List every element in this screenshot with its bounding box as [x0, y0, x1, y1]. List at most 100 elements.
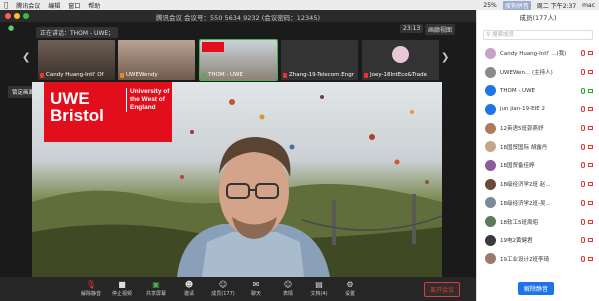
main-video: UWE Bristol University of the West of Eng…	[32, 82, 442, 277]
participant-row[interactable]: 12英语5班郭燕妤	[477, 119, 599, 138]
leave-meeting-button[interactable]: 离开会议	[424, 282, 461, 297]
participant-row[interactable]: 18软工5班周昭	[477, 212, 599, 231]
participant-row[interactable]: 19电2黄健君	[477, 231, 599, 250]
participant-tile[interactable]: Zhang-19-Telecom.Engr	[281, 40, 358, 80]
share-screen-button[interactable]: ▣ 共享屏幕	[141, 279, 171, 297]
members-icon: ☺	[218, 280, 228, 289]
stop-video-button[interactable]: ■ 停止视频	[107, 279, 137, 297]
strip-prev-icon[interactable]: ❮	[22, 52, 30, 63]
participant-name: 18级经济学2班-吴...	[500, 200, 551, 207]
camera-off-icon[interactable]	[588, 219, 593, 224]
avatar	[485, 253, 496, 265]
uwe-mini-logo	[202, 42, 224, 52]
menu-edit[interactable]: 编辑	[48, 1, 60, 10]
unmute-all-button[interactable]: 解除静音	[518, 282, 555, 295]
strip-next-icon[interactable]: ❯	[441, 52, 449, 63]
mic-muted-icon[interactable]	[581, 218, 585, 225]
mic-muted-icon[interactable]	[581, 255, 585, 262]
speaking-indicator: 正在讲话：THOM - UWE；	[36, 27, 119, 38]
mic-muted-icon	[364, 72, 368, 78]
gallery-view-button[interactable]: 画廊视图	[425, 24, 456, 35]
avatar	[392, 46, 409, 63]
mic-muted-icon[interactable]	[581, 143, 585, 150]
menu-app[interactable]: 腾讯会议	[16, 1, 40, 10]
mic-on-icon[interactable]	[581, 87, 585, 94]
reactions-button[interactable]: ☺ 表情	[273, 279, 303, 297]
camera-off-icon[interactable]	[588, 182, 593, 187]
participant-name: UWEWen... (主持人)	[500, 70, 553, 77]
participant-row[interactable]: 19工业设计2班李琦	[477, 250, 599, 269]
camera-off-icon[interactable]	[588, 256, 593, 261]
participant-tile[interactable]: Candy Huang-Intl' Of	[38, 40, 115, 80]
camera-off-icon[interactable]	[588, 126, 593, 131]
participant-row[interactable]: 18级经济学2班 赵...	[477, 175, 599, 194]
camera-on-icon[interactable]	[588, 88, 593, 93]
camera-off-icon[interactable]	[588, 200, 593, 205]
avatar	[485, 47, 496, 59]
mic-muted-icon	[283, 72, 287, 78]
mic-off-icon: 🎙	[85, 280, 97, 289]
participant-row[interactable]: THOM - UWE	[477, 81, 599, 100]
mic-muted-icon[interactable]	[581, 125, 585, 132]
tile-name: Candy Huang-Intl' Of	[46, 72, 104, 78]
participant-name: 18国贸国际 胡露丹	[500, 144, 548, 151]
clock: 周二 下午2:37	[536, 2, 577, 10]
panel-title: 成员(177人)	[519, 14, 557, 22]
mic-muted-icon[interactable]	[581, 199, 585, 206]
participant-name: Candy Huang-Intl' ...(我)	[500, 51, 567, 58]
participant-row[interactable]: 18级经济学2班-吴...	[477, 194, 599, 213]
invite-button[interactable]: ☻ 邀请	[174, 279, 204, 297]
invite-icon: ☻	[184, 280, 194, 289]
uwe-logo: UWE Bristol University of the West of Eng…	[44, 82, 172, 142]
camera-off-icon[interactable]	[588, 163, 593, 168]
mic-muted-icon[interactable]	[581, 50, 585, 57]
search-icon: ⚲	[486, 31, 491, 38]
avatar	[485, 66, 496, 78]
participant-tile-active[interactable]: THOM - UWE	[199, 39, 278, 81]
avatar	[485, 234, 496, 246]
mic-muted-icon[interactable]	[581, 69, 585, 76]
mic-muted-icon[interactable]	[581, 106, 585, 113]
emoji-icon: ☺	[283, 280, 293, 289]
share-screen-icon: ▣	[152, 280, 160, 289]
chat-button[interactable]: ✉ 聊天	[241, 279, 271, 297]
camera-off-icon[interactable]	[588, 144, 593, 149]
unmute-button[interactable]: 🎙 解除静音	[76, 279, 106, 297]
mic-muted-icon[interactable]	[581, 237, 585, 244]
search-input[interactable]: ⚲ 搜索成员	[483, 30, 593, 40]
apple-icon[interactable]: 	[4, 1, 8, 9]
ime-indicator[interactable]: 搜狗拼音	[502, 0, 531, 10]
participant-row[interactable]: UWEWen... (主持人)	[477, 63, 599, 82]
camera-off-icon[interactable]	[588, 107, 593, 112]
participant-row[interactable]: 18国贸备佳婷	[477, 156, 599, 175]
mic-muted-icon[interactable]	[581, 181, 585, 188]
avatar	[485, 141, 496, 153]
participant-name: 19工业设计2班李琦	[500, 256, 549, 263]
participant-tile[interactable]: Joey-18IntEco&Trade	[362, 40, 439, 80]
participant-row[interactable]: 18国贸国际 胡露丹	[477, 137, 599, 156]
camera-off-icon[interactable]	[588, 238, 593, 243]
participant-name: 18软工5班周昭	[500, 219, 538, 226]
avatar	[485, 216, 496, 228]
tile-name: UWEWendy	[126, 72, 158, 78]
window-title: 腾讯会议 会议号：550 5634 9232 (会议密码：12345)	[155, 14, 320, 22]
menu-window[interactable]: 窗口	[68, 1, 80, 10]
meeting-duration: 23:13	[400, 24, 424, 33]
participants-button[interactable]: ☺ 成员(177)	[208, 279, 238, 297]
camera-off-icon[interactable]	[588, 51, 593, 56]
avatar	[485, 85, 496, 97]
signal-icon: ●	[8, 24, 15, 32]
avatar	[485, 178, 496, 190]
camera-off-icon[interactable]	[588, 70, 593, 75]
participant-name: 18国贸备佳婷	[500, 163, 535, 170]
mic-muted-icon[interactable]	[581, 162, 585, 169]
host-icon	[120, 72, 124, 78]
meeting-toolbar: 🎙 解除静音 ■ 停止视频 ▣ 共享屏幕 ☻ 邀请 ☺ 成员(177) ✉ 聊天 ☺ 表情 ▤…	[0, 277, 476, 301]
participant-row[interactable]: jun jian-19-EIE 2	[477, 100, 599, 119]
participant-tile[interactable]: UWEWendy	[118, 40, 195, 80]
participant-row[interactable]: Candy Huang-Intl' ...(我)	[477, 44, 599, 63]
settings-button[interactable]: ⚙ 设置	[335, 279, 365, 297]
menu-help[interactable]: 帮助	[88, 1, 100, 10]
user-name[interactable]: mac	[582, 2, 595, 9]
documents-button[interactable]: ▤ 文档(4)	[304, 279, 334, 297]
